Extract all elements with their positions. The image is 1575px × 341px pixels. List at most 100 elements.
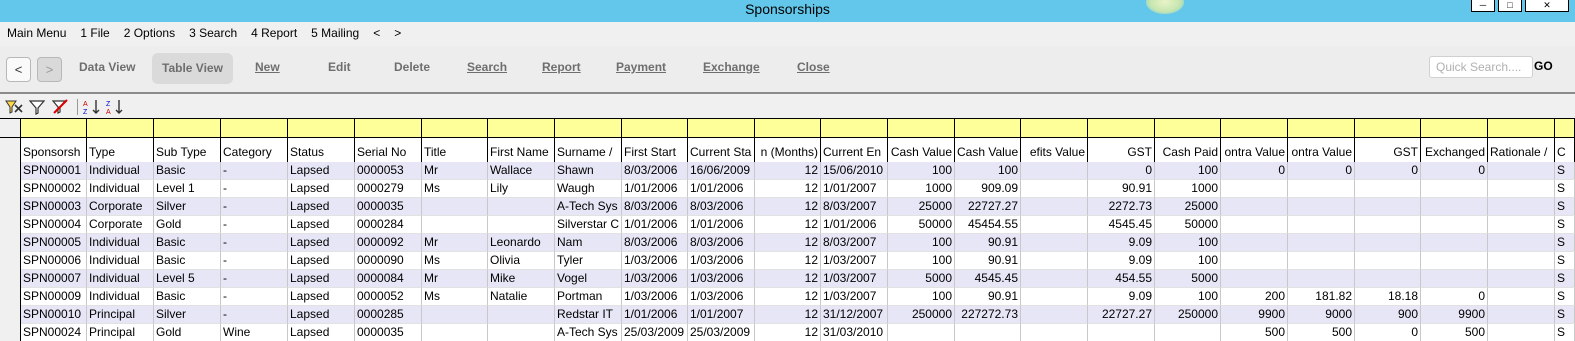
column-header[interactable]: C <box>1555 143 1575 162</box>
table-cell[interactable]: 12 <box>755 234 821 252</box>
table-cell[interactable]: 100 <box>1155 252 1221 270</box>
table-cell[interactable]: 1/03/2006 <box>622 288 688 306</box>
table-cell[interactable]: 0000035 <box>355 198 422 216</box>
table-cell[interactable]: Leonardo <box>488 234 555 252</box>
table-cell[interactable]: Lapsed <box>288 306 355 324</box>
table-cell[interactable]: Lapsed <box>288 270 355 288</box>
table-cell[interactable]: 0 <box>1355 162 1421 180</box>
table-cell[interactable]: 0 <box>1355 324 1421 341</box>
table-cell[interactable]: Mr <box>422 234 488 252</box>
table-cell[interactable] <box>1355 252 1421 270</box>
table-cell[interactable]: 22727.27 <box>1088 306 1155 324</box>
table-cell[interactable]: 4545.45 <box>1088 216 1155 234</box>
table-cell[interactable]: Shawn <box>555 162 622 180</box>
table-cell[interactable]: 1/03/2006 <box>688 270 755 288</box>
table-cell[interactable]: Lapsed <box>288 324 355 341</box>
table-cell[interactable]: Basic <box>154 162 221 180</box>
table-cell[interactable]: Lapsed <box>288 252 355 270</box>
table-cell[interactable]: SPN00004 <box>21 216 87 234</box>
table-cell[interactable] <box>1488 252 1555 270</box>
table-cell[interactable]: SPN00010 <box>21 306 87 324</box>
table-cell[interactable]: - <box>221 216 288 234</box>
table-row[interactable]: SPN00024 Principal Gold Wine Lapsed 0000035 A-… <box>0 324 1575 341</box>
table-cell[interactable]: - <box>221 252 288 270</box>
table-cell[interactable] <box>1421 198 1488 216</box>
column-filter-input[interactable] <box>355 118 422 138</box>
table-cell[interactable] <box>1288 234 1355 252</box>
table-cell[interactable] <box>1488 288 1555 306</box>
table-cell[interactable]: 8/03/2006 <box>622 162 688 180</box>
table-cell[interactable]: 0 <box>1421 162 1488 180</box>
table-cell[interactable]: Principal <box>87 324 154 341</box>
table-cell[interactable]: 9000 <box>1288 306 1355 324</box>
table-cell[interactable]: S <box>1555 216 1575 234</box>
table-cell[interactable]: S <box>1555 324 1575 341</box>
back-button[interactable]: < <box>6 57 31 82</box>
menu-main[interactable]: Main Menu <box>7 26 66 40</box>
table-cell[interactable]: - <box>221 270 288 288</box>
table-cell[interactable]: 90.91 <box>1088 180 1155 198</box>
column-header[interactable]: Current Sta <box>688 143 755 162</box>
table-cell[interactable]: 8/03/2006 <box>622 198 688 216</box>
table-cell[interactable]: Silver <box>154 198 221 216</box>
table-cell[interactable]: Individual <box>87 270 154 288</box>
table-cell[interactable]: 0000279 <box>355 180 422 198</box>
table-cell[interactable]: 4545.45 <box>955 270 1021 288</box>
table-row[interactable]: SPN00007 Individual Level 5- Lapsed 0000084 M… <box>0 270 1575 288</box>
table-cell[interactable]: Wallace <box>488 162 555 180</box>
table-cell[interactable]: 1/03/2007 <box>821 288 888 306</box>
table-cell[interactable] <box>1488 324 1555 341</box>
column-filter-input[interactable] <box>1088 118 1155 138</box>
column-header[interactable]: efits Value <box>1021 143 1088 162</box>
table-cell[interactable]: 50000 <box>1155 216 1221 234</box>
table-cell[interactable]: Individual <box>87 288 154 306</box>
table-cell[interactable] <box>1221 234 1288 252</box>
table-cell[interactable]: 0 <box>1088 162 1155 180</box>
table-cell[interactable] <box>1488 216 1555 234</box>
table-cell[interactable]: 0000092 <box>355 234 422 252</box>
table-cell[interactable]: S <box>1555 180 1575 198</box>
table-cell[interactable]: 90.91 <box>955 234 1021 252</box>
maximize-icon[interactable]: □ <box>1498 0 1522 12</box>
table-cell[interactable] <box>1488 270 1555 288</box>
table-cell[interactable] <box>1488 162 1555 180</box>
table-cell[interactable]: 0 <box>1221 162 1288 180</box>
table-cell[interactable]: 50000 <box>888 216 955 234</box>
table-cell[interactable] <box>1021 216 1088 234</box>
table-cell[interactable]: Corporate <box>87 216 154 234</box>
table-cell[interactable]: 9.09 <box>1088 288 1155 306</box>
table-cell[interactable]: Wine <box>221 324 288 341</box>
table-cell[interactable]: 100 <box>888 234 955 252</box>
table-cell[interactable]: Corporate <box>87 198 154 216</box>
table-cell[interactable]: 12 <box>755 198 821 216</box>
table-cell[interactable]: 8/03/2007 <box>821 198 888 216</box>
table-cell[interactable]: A-Tech Sys <box>555 198 622 216</box>
table-cell[interactable]: Vogel <box>555 270 622 288</box>
table-cell[interactable]: Individual <box>87 234 154 252</box>
column-filter-input[interactable] <box>288 118 355 138</box>
table-cell[interactable] <box>1088 324 1155 341</box>
menu-search[interactable]: 3 Search <box>189 26 237 40</box>
table-cell[interactable]: Individual <box>87 252 154 270</box>
table-cell[interactable]: 12 <box>755 216 821 234</box>
table-cell[interactable] <box>1021 234 1088 252</box>
menu-file[interactable]: 1 File <box>80 26 109 40</box>
table-cell[interactable]: 9900 <box>1421 306 1488 324</box>
table-cell[interactable]: 0000090 <box>355 252 422 270</box>
table-cell[interactable]: 9.09 <box>1088 234 1155 252</box>
table-cell[interactable]: 500 <box>1421 324 1488 341</box>
column-filter-input[interactable] <box>154 118 221 138</box>
table-cell[interactable]: 1/01/2006 <box>622 216 688 234</box>
table-cell[interactable]: 900 <box>1355 306 1421 324</box>
column-filter-input[interactable] <box>1488 118 1555 138</box>
table-cell[interactable] <box>488 306 555 324</box>
table-cell[interactable] <box>1021 198 1088 216</box>
table-cell[interactable]: S <box>1555 162 1575 180</box>
table-cell[interactable]: Level 5 <box>154 270 221 288</box>
table-cell[interactable]: Mr <box>422 162 488 180</box>
table-cell[interactable]: SPN00007 <box>21 270 87 288</box>
table-cell[interactable]: Ms <box>422 252 488 270</box>
sort-ascending-icon[interactable]: AZ <box>82 98 102 116</box>
table-cell[interactable]: 100 <box>1155 162 1221 180</box>
table-cell[interactable]: Silverstar C <box>555 216 622 234</box>
